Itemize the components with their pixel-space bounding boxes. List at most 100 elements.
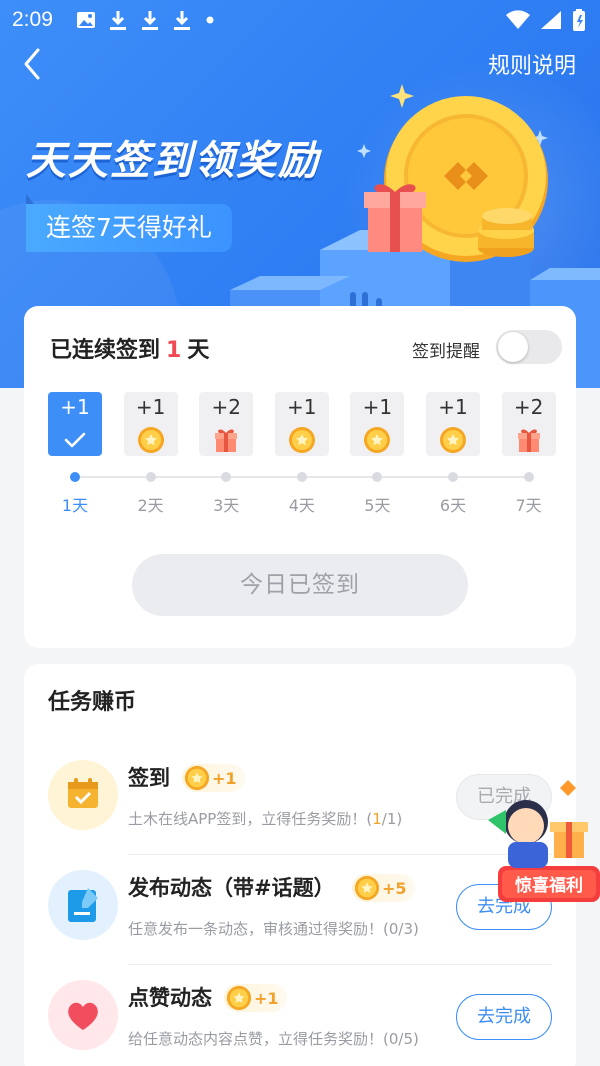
task-reward-value: +5 [382,878,407,898]
task-reward-value: +1 [254,988,279,1008]
task-description: 任意发布一条动态，审核通过得奖励！(0/3) [128,918,419,939]
day-7: +2 7天 [501,392,556,515]
task-progress: 0 [388,1030,399,1048]
task-reward-badge: +1 [224,984,287,1012]
day-label: 6天 [439,496,467,515]
task-divider [128,964,552,965]
signed-today-button[interactable]: 今日已签到 [132,554,468,616]
streak-suffix: 天 [187,338,210,363]
task-desc-text: 给任意动态内容点赞，立得任务奖励！( [128,1030,389,1048]
day-3: +2 3天 [199,392,254,515]
day-points: +1 [438,395,468,419]
day-label: 3天 [213,496,240,515]
remind-label: 签到提醒 [412,342,480,362]
task-go-button[interactable]: 去完成 [456,994,552,1040]
coin-icon [137,426,165,454]
task-progress-total: /1) [381,810,403,828]
download-icon [174,11,190,30]
day-dot [145,472,156,482]
streak-title: 已连续签到 1 天 [50,332,209,364]
remind-toggle[interactable] [496,330,562,364]
edit-icon [48,870,118,940]
task-reward-badge: +1 [182,764,245,792]
task-section-title: 任务赚币 [48,690,137,715]
task-reward-value: +1 [212,768,237,788]
day-label: 1天 [61,496,89,515]
toggle-knob [498,332,528,362]
day-points: +2 [211,395,241,419]
coin-icon [439,426,467,454]
day-tile: +2 [501,392,556,456]
promo-label: 惊喜福利 [515,875,583,896]
day-1: +1 1天 [48,392,102,515]
rules-link[interactable]: 规则说明 [488,48,576,80]
day-tile: +1 [123,392,178,456]
task-row: 点赞动态 +1 给任意动态内容点赞，立得任务奖励！(0/5) 去完成 [24,968,576,1066]
day-points: +1 [362,395,393,419]
day-dot [523,472,534,482]
day-dot [221,472,232,482]
surprise-welfare-badge[interactable]: 惊喜福利 [488,770,600,906]
day-label: 5天 [364,496,391,515]
task-name: 点赞动态 [128,986,212,1010]
notification-icons [76,9,216,31]
day-4: +1 4天 [274,392,329,515]
task-progress-total: /3) [398,920,419,938]
day-dot [372,472,383,482]
task-progress: 0 [388,920,399,938]
task-desc-text: 任意发布一条动态，审核通过得奖励！( [128,920,389,938]
checkin-card: 已连续签到 1 天 签到提醒 +1 1天 +1 2天 +2 3天 +1 4天 +1 5天 +1 6天 +2 7… [24,306,576,648]
day-dot [448,472,458,482]
task-desc-text: 土木在线APP签到，立得任务奖励！( [128,810,373,828]
hero-subtitle: 连签7天得好礼 [26,194,232,252]
download-icon [142,11,158,30]
day-tile: +1 [426,392,480,456]
day-label: 7天 [515,496,542,515]
gift-icon [212,426,240,454]
coin-icon [184,765,210,791]
coin-icon [288,426,316,454]
heart-icon [48,980,118,1050]
status-time: 2:09 [12,8,53,31]
day-points: +1 [135,395,166,419]
day-dot [296,472,307,482]
wifi-icon [506,10,530,29]
battery-icon [573,9,585,31]
coin-icon [363,426,391,454]
streak-count: 1 [166,338,182,363]
day-5: +1 5天 [350,392,405,515]
day-points: +1 [287,395,317,419]
coin-icon [354,875,380,901]
check-icon [61,426,89,454]
day-tile: +2 [199,392,254,456]
gift-icon [515,426,543,454]
streak-prefix: 已连续签到 [50,338,161,363]
day-6: +1 6天 [426,392,480,515]
system-icons [506,9,586,31]
task-name: 发布动态（带#话题） [128,876,335,900]
day-points: +1 [60,395,90,419]
day-label: 2天 [137,496,164,515]
day-tile: +1 [350,392,405,456]
signal-icon [541,11,561,29]
task-reward-badge: +5 [352,874,415,902]
day-2: +1 2天 [123,392,178,515]
status-bar: 2:09 [0,0,600,40]
task-progress: 1 [372,810,382,828]
day-dot [70,472,80,482]
day-strip: +1 1天 +1 2天 +2 3天 +1 4天 +1 5天 +1 6天 +2 7天 [48,392,556,522]
day-label: 4天 [288,496,315,515]
download-icon [110,11,126,30]
task-description: 给任意动态内容点赞，立得任务奖励！(0/5) [128,1028,419,1049]
image-icon [77,12,95,28]
day-tile: +1 [274,392,329,456]
calendar-icon [48,760,118,830]
task-description: 土木在线APP签到，立得任务奖励！(1/1) [128,808,402,829]
task-name: 签到 [128,766,170,790]
chevron-left-icon [24,48,40,80]
coin-icon [226,985,252,1011]
back-button[interactable] [18,46,48,82]
task-progress-total: /5) [398,1030,419,1048]
day-points: +2 [513,395,544,419]
dot-icon [206,16,214,24]
